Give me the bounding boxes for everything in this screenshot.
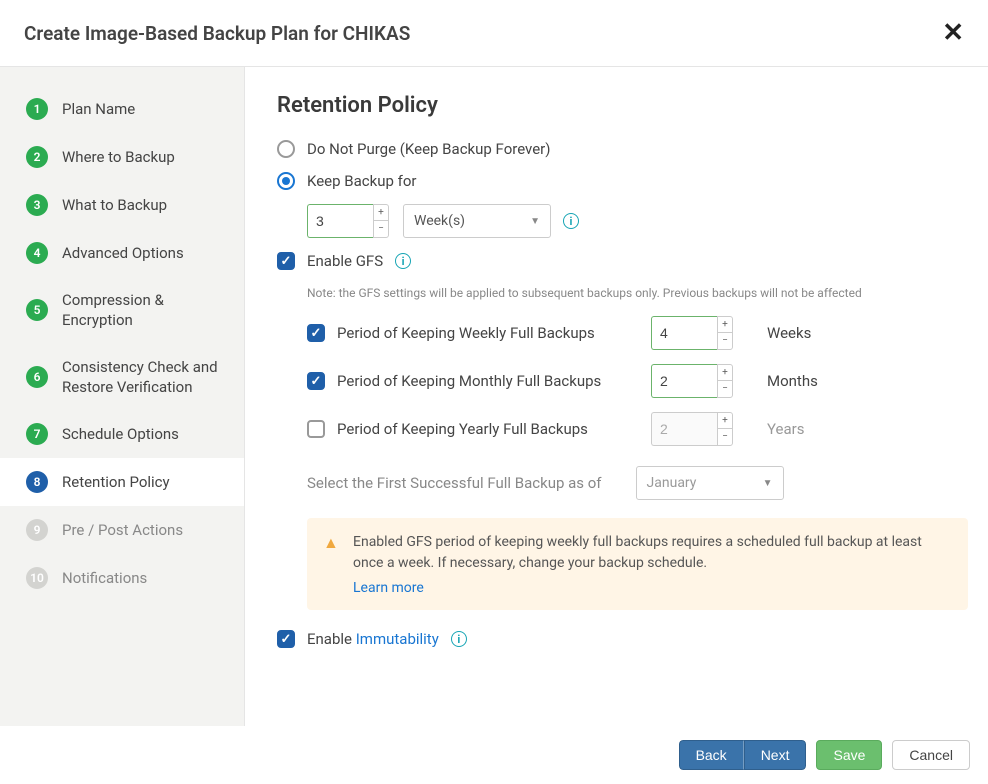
immutability-link[interactable]: Immutability — [356, 630, 439, 648]
sidebar-step-compression[interactable]: 5 Compression & Encryption — [0, 277, 244, 344]
step-number: 4 — [26, 242, 48, 264]
step-label: Where to Backup — [62, 147, 175, 167]
info-icon[interactable]: i — [563, 213, 579, 229]
enable-immutability-prefix: Enable — [307, 630, 356, 648]
cancel-button[interactable]: Cancel — [892, 740, 970, 770]
warning-alert: ▲ Enabled GFS period of keeping weekly f… — [307, 518, 968, 610]
step-number: 3 — [26, 194, 48, 216]
gfs-monthly-spinner[interactable]: +− — [651, 364, 733, 398]
step-label: Compression & Encryption — [62, 290, 224, 331]
radio-keep-backup-for[interactable] — [277, 172, 295, 190]
warning-icon: ▲ — [323, 533, 339, 553]
next-button[interactable]: Next — [744, 740, 807, 770]
spinner-up-icon: + — [718, 413, 732, 429]
sidebar-step-where-to-backup[interactable]: 2 Where to Backup — [0, 133, 244, 181]
step-label: Pre / Post Actions — [62, 520, 183, 540]
step-number: 8 — [26, 471, 48, 493]
sidebar-step-consistency[interactable]: 6 Consistency Check and Restore Verificat… — [0, 344, 244, 411]
keep-for-input[interactable] — [307, 204, 373, 238]
info-icon[interactable]: i — [395, 253, 411, 269]
select-value: January — [647, 475, 697, 491]
step-number: 10 — [26, 567, 48, 589]
step-number: 6 — [26, 366, 48, 388]
enable-gfs-label: Enable GFS — [307, 252, 383, 270]
sidebar-step-schedule[interactable]: 7 Schedule Options — [0, 410, 244, 458]
radio-label-keep-for: Keep Backup for — [307, 172, 417, 190]
checkbox-gfs-weekly[interactable] — [307, 324, 325, 342]
radio-do-not-purge[interactable] — [277, 140, 295, 158]
dialog-title: Create Image-Based Backup Plan for CHIKA… — [24, 22, 410, 45]
step-number: 2 — [26, 146, 48, 168]
gfs-monthly-label: Period of Keeping Monthly Full Backups — [337, 372, 651, 390]
sidebar-step-what-to-backup[interactable]: 3 What to Backup — [0, 181, 244, 229]
gfs-yearly-input — [651, 412, 717, 446]
spinner-up-icon[interactable]: + — [374, 205, 388, 221]
checkbox-enable-gfs[interactable] — [277, 252, 295, 270]
learn-more-link[interactable]: Learn more — [353, 580, 424, 596]
alert-text: Enabled GFS period of keeping weekly ful… — [353, 532, 950, 574]
spinner-down-icon[interactable]: − — [374, 221, 388, 237]
step-label: What to Backup — [62, 195, 167, 215]
checkbox-enable-immutability[interactable] — [277, 630, 295, 648]
keep-for-unit-select[interactable]: Week(s) ▼ — [403, 204, 551, 238]
gfs-note: Note: the GFS settings will be applied t… — [307, 284, 968, 302]
spinner-up-icon[interactable]: + — [718, 365, 732, 381]
save-button[interactable]: Save — [816, 740, 882, 770]
gfs-monthly-input[interactable] — [651, 364, 717, 398]
step-number: 9 — [26, 519, 48, 541]
sidebar-step-advanced-options[interactable]: 4 Advanced Options — [0, 229, 244, 277]
step-label: Advanced Options — [62, 243, 184, 263]
keep-for-spinner[interactable]: +− — [307, 204, 389, 238]
page-heading: Retention Policy — [277, 93, 968, 118]
spinner-down-icon: − — [718, 429, 732, 445]
first-backup-label: Select the First Successful Full Backup … — [307, 474, 602, 492]
info-icon[interactable]: i — [451, 631, 467, 647]
gfs-weekly-input[interactable] — [651, 316, 717, 350]
wizard-sidebar: 1 Plan Name 2 Where to Backup 3 What to Bac… — [0, 67, 245, 726]
checkbox-gfs-monthly[interactable] — [307, 372, 325, 390]
step-label: Retention Policy — [62, 472, 170, 492]
spinner-down-icon[interactable]: − — [718, 333, 732, 349]
gfs-monthly-unit: Months — [767, 372, 818, 390]
chevron-down-icon: ▼ — [763, 478, 773, 489]
close-icon[interactable]: ✕ — [942, 20, 964, 46]
gfs-weekly-spinner[interactable]: +− — [651, 316, 733, 350]
chevron-down-icon: ▼ — [530, 216, 540, 227]
step-label: Notifications — [62, 568, 147, 588]
back-button[interactable]: Back — [679, 740, 744, 770]
step-label: Plan Name — [62, 99, 135, 119]
gfs-weekly-unit: Weeks — [767, 324, 811, 342]
gfs-weekly-label: Period of Keeping Weekly Full Backups — [337, 324, 651, 342]
enable-immutability-label: Enable Immutability — [307, 630, 439, 648]
step-number: 1 — [26, 98, 48, 120]
first-backup-select[interactable]: January ▼ — [636, 466, 784, 500]
gfs-yearly-label: Period of Keeping Yearly Full Backups — [337, 420, 651, 438]
sidebar-step-retention[interactable]: 8 Retention Policy — [0, 458, 244, 506]
step-number: 5 — [26, 299, 48, 321]
gfs-yearly-spinner: +− — [651, 412, 733, 446]
step-label: Schedule Options — [62, 424, 179, 444]
radio-label-do-not-purge: Do Not Purge (Keep Backup Forever) — [307, 140, 550, 158]
select-value: Week(s) — [414, 213, 465, 229]
step-label: Consistency Check and Restore Verificati… — [62, 357, 224, 398]
sidebar-step-prepost[interactable]: 9 Pre / Post Actions — [0, 506, 244, 554]
checkbox-gfs-yearly[interactable] — [307, 420, 325, 438]
main-panel: Retention Policy Do Not Purge (Keep Back… — [245, 67, 988, 726]
sidebar-step-notifications[interactable]: 10 Notifications — [0, 554, 244, 602]
step-number: 7 — [26, 423, 48, 445]
spinner-up-icon[interactable]: + — [718, 317, 732, 333]
gfs-yearly-unit: Years — [767, 420, 804, 438]
spinner-down-icon[interactable]: − — [718, 381, 732, 397]
sidebar-step-plan-name[interactable]: 1 Plan Name — [0, 85, 244, 133]
footer: Back Next Save Cancel — [0, 726, 988, 784]
